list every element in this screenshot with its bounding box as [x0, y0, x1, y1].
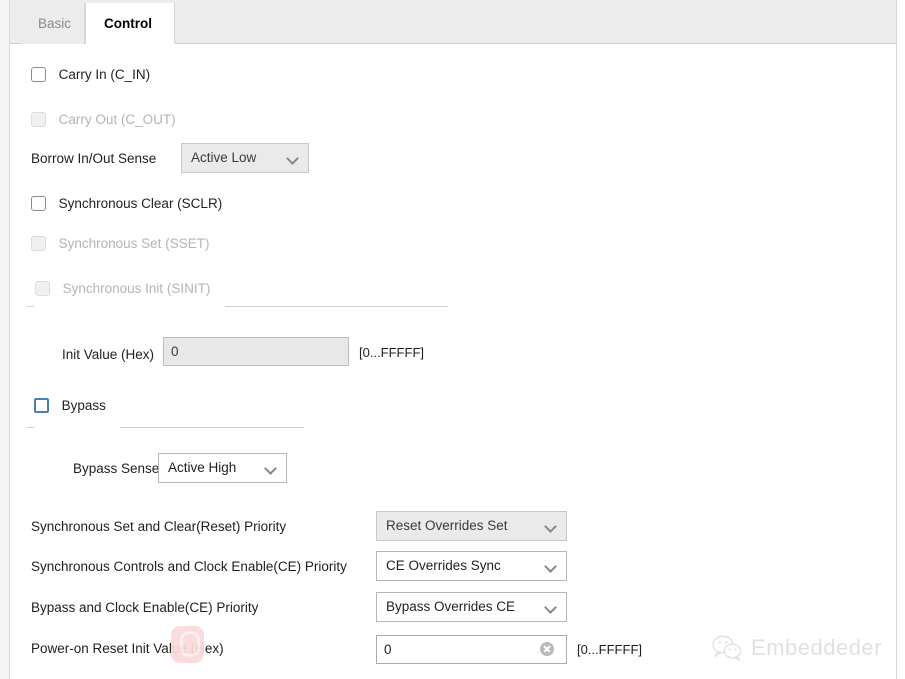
- sync-init-checkbox: [35, 281, 50, 296]
- field-sync-set: Synchronous Set (SSET): [31, 236, 209, 251]
- wechat-icon: [712, 635, 742, 661]
- carry-in-checkbox[interactable]: [31, 67, 46, 82]
- bypass-ce-priority-value: Bypass Overrides CE: [386, 599, 516, 614]
- carry-in-label: Carry In (C_IN): [58, 67, 151, 82]
- power-on-reset-init-input[interactable]: [376, 635, 567, 664]
- right-gutter: [896, 0, 905, 679]
- power-on-reset-init-label-wrap: Power-on Reset Init Value (Hex): [31, 641, 224, 656]
- init-value-label-wrap: Init Value (Hex): [62, 347, 154, 362]
- ip-config-dialog: Basic Control Carry In (C_IN) Carry Out …: [0, 0, 905, 679]
- field-sync-init: Synchronous Init (SINIT): [35, 281, 210, 296]
- borrow-sense-label: Borrow In/Out Sense: [31, 151, 157, 166]
- field-bypass[interactable]: Bypass: [34, 398, 106, 413]
- watermark: Embeddeder: [712, 635, 882, 661]
- bypass-checkbox[interactable]: [34, 398, 49, 413]
- bypass-ce-priority-label-wrap: Bypass and Clock Enable(CE) Priority: [31, 600, 258, 615]
- sync-ce-priority-label-wrap: Synchronous Controls and Clock Enable(CE…: [31, 559, 347, 574]
- sync-set-clear-priority-label: Synchronous Set and Clear(Reset) Priorit…: [31, 519, 287, 534]
- bypass-label: Bypass: [61, 398, 106, 413]
- sync-set-clear-priority-label-wrap: Synchronous Set and Clear(Reset) Priorit…: [31, 519, 286, 534]
- tab-basic-label: Basic: [38, 16, 72, 31]
- tab-control[interactable]: Control: [85, 3, 175, 44]
- sync-ce-priority-dropdown[interactable]: CE Overrides Sync: [376, 551, 567, 581]
- sync-init-group-nub: [27, 306, 34, 307]
- sync-clear-checkbox[interactable]: [31, 196, 46, 211]
- bypass-sense-label: Bypass Sense: [73, 461, 160, 476]
- field-carry-out: Carry Out (C_OUT): [31, 112, 176, 127]
- chevron-down-icon: [546, 522, 557, 529]
- sync-ce-priority-label: Synchronous Controls and Clock Enable(CE…: [31, 559, 347, 574]
- tab-control-label: Control: [104, 16, 152, 31]
- chevron-down-icon: [288, 154, 299, 161]
- control-tab-panel: Carry In (C_IN) Carry Out (C_OUT) Borrow…: [10, 44, 896, 679]
- bypass-group-separator: [120, 427, 304, 428]
- chevron-down-icon: [546, 562, 557, 569]
- power-on-reset-init-label: Power-on Reset Init Value (Hex): [31, 641, 224, 656]
- power-on-reset-init-range-hint: [0...FFFFF]: [577, 642, 642, 657]
- bypass-sense-label-wrap: Bypass Sense: [73, 461, 159, 476]
- bypass-ce-priority-dropdown[interactable]: Bypass Overrides CE: [376, 592, 567, 622]
- borrow-sense-label-wrap: Borrow In/Out Sense: [31, 151, 156, 166]
- sync-set-clear-priority-dropdown: Reset Overrides Set: [376, 511, 567, 541]
- borrow-sense-dropdown: Active Low: [181, 143, 309, 173]
- sync-init-group-separator: [225, 306, 448, 307]
- field-carry-in[interactable]: Carry In (C_IN): [31, 67, 150, 82]
- sync-set-checkbox: [31, 236, 46, 251]
- sync-set-clear-priority-value: Reset Overrides Set: [386, 518, 508, 533]
- tab-bar: Basic Control: [10, 0, 896, 44]
- init-value-input: [163, 337, 349, 366]
- init-value-range-hint: [0...FFFFF]: [359, 345, 424, 360]
- borrow-sense-value: Active Low: [191, 150, 257, 165]
- watermark-text: Embeddeder: [751, 635, 882, 660]
- init-value-label: Init Value (Hex): [62, 347, 155, 362]
- bypass-ce-priority-label: Bypass and Clock Enable(CE) Priority: [31, 600, 259, 615]
- left-gutter: [0, 0, 10, 679]
- sync-init-label: Synchronous Init (SINIT): [62, 281, 211, 296]
- clear-icon[interactable]: [540, 642, 554, 656]
- tab-basic[interactable]: Basic: [20, 3, 85, 44]
- sync-clear-label: Synchronous Clear (SCLR): [58, 196, 223, 211]
- bypass-sense-dropdown[interactable]: Active High: [158, 453, 287, 483]
- field-sync-clear[interactable]: Synchronous Clear (SCLR): [31, 196, 222, 211]
- bypass-group-nub: [27, 427, 34, 428]
- sync-set-label: Synchronous Set (SSET): [58, 236, 210, 251]
- chevron-down-icon: [266, 464, 277, 471]
- sync-ce-priority-value: CE Overrides Sync: [386, 558, 501, 573]
- carry-out-label: Carry Out (C_OUT): [58, 112, 176, 127]
- bypass-sense-value: Active High: [168, 460, 237, 475]
- chevron-down-icon: [546, 603, 557, 610]
- carry-out-checkbox: [31, 112, 46, 127]
